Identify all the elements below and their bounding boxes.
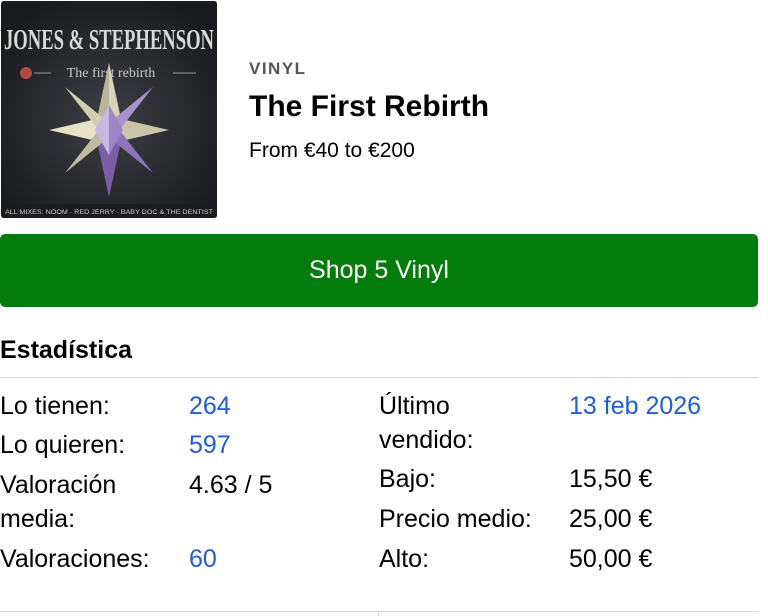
have-label: Lo tienen: — [0, 392, 110, 420]
ratings-count-label: Valoraciones: — [0, 545, 150, 573]
median-price-value: 25,00 € — [569, 505, 653, 533]
high-price-label: Alto: — [379, 545, 430, 573]
low-price-label: Bajo: — [379, 465, 436, 493]
ratings-count-link[interactable]: 60 — [189, 542, 217, 576]
release-title[interactable]: The First Rebirth — [249, 90, 489, 124]
shop-vinyl-button[interactable]: Shop 5 Vinyl — [0, 234, 758, 307]
want-count-link[interactable]: 597 — [189, 428, 231, 462]
last-sold-date-link[interactable]: 13 feb 2026 — [569, 389, 701, 423]
high-price-value: 50,00 € — [569, 545, 653, 573]
format-label: VINYL — [249, 59, 307, 78]
rating-label-line1: Valoración — [0, 471, 117, 499]
rating-value: 4.63 / 5 — [189, 471, 273, 499]
cover-footer-text: ALL MIXES: NOOM · RED JERRY · BABY DOC &… — [5, 209, 213, 216]
rating-label-line2: media: — [0, 505, 76, 533]
stats-divider — [0, 377, 758, 378]
low-price-value: 15,50 € — [569, 465, 653, 493]
bottom-column-divider — [378, 611, 379, 616]
last-sold-label-line1: Último — [379, 392, 450, 420]
stats-heading: Estadística — [0, 336, 133, 364]
cover-artist-text: JONES & STEPHENSON — [4, 24, 214, 56]
bottom-divider — [0, 611, 758, 612]
price-range: From €40 to €200 — [249, 139, 415, 162]
want-label: Lo quieren: — [0, 431, 126, 459]
have-count-link[interactable]: 264 — [189, 389, 231, 423]
median-price-label: Precio medio: — [379, 505, 532, 533]
album-cover-image[interactable]: JONES & STEPHENSON The first rebirth ALL… — [1, 1, 217, 218]
last-sold-label-line2: vendido: — [379, 426, 474, 454]
